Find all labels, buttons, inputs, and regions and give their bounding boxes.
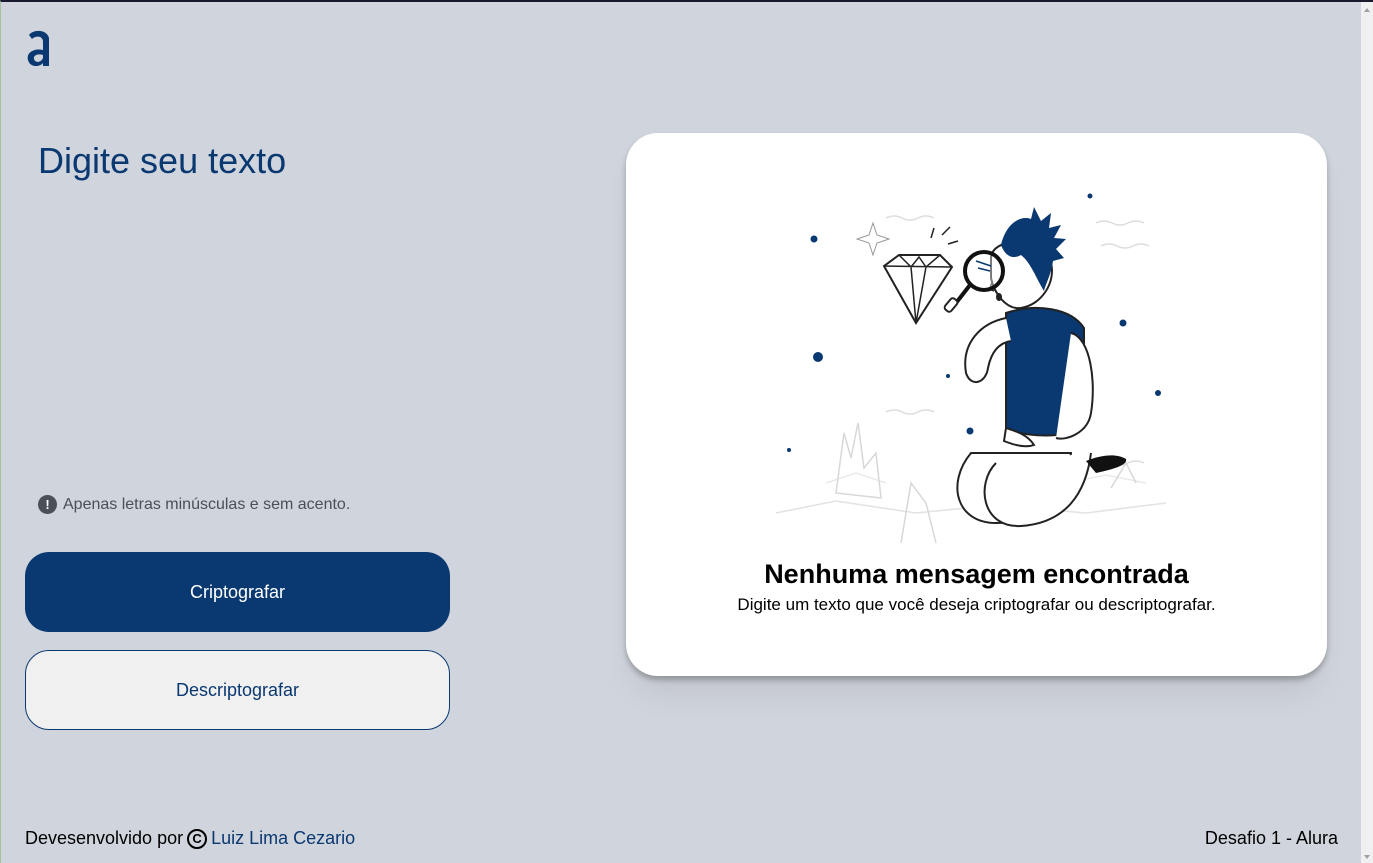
- exclamation-circle-icon: !: [38, 495, 57, 514]
- app-page: ! Apenas letras minúsculas e sem acento.…: [0, 0, 1373, 863]
- challenge-label: Desafio 1 - Alura: [1204, 828, 1338, 848]
- footer-credits: Devesenvolvido por C Luiz Lima Cezario: [25, 828, 355, 849]
- vertical-scrollbar[interactable]: [1361, 2, 1373, 863]
- alura-logo-icon[interactable]: [25, 26, 55, 70]
- empty-message-title: Nenhuma mensagem encontrada: [764, 559, 1189, 589]
- person-searching-diamond-illustration: [775, 193, 1167, 543]
- author-link[interactable]: Luiz Lima Cezario: [211, 828, 355, 849]
- scroll-up-icon[interactable]: [1364, 8, 1370, 12]
- encrypt-button[interactable]: Criptografar: [25, 552, 450, 632]
- decrypt-button[interactable]: Descriptografar: [25, 650, 450, 730]
- text-input[interactable]: [38, 136, 578, 476]
- developed-by-text: Devesenvolvido por: [25, 828, 184, 848]
- copyright-icon: C: [187, 828, 208, 849]
- scroll-down-icon[interactable]: [1364, 855, 1370, 859]
- input-hint: ! Apenas letras minúsculas e sem acento.: [38, 495, 350, 514]
- output-panel: Nenhuma mensagem encontrada Digite um te…: [626, 133, 1327, 676]
- hint-text: Apenas letras minúsculas e sem acento.: [63, 495, 351, 513]
- empty-message-subtitle: Digite um texto que você deseja criptogr…: [737, 595, 1216, 614]
